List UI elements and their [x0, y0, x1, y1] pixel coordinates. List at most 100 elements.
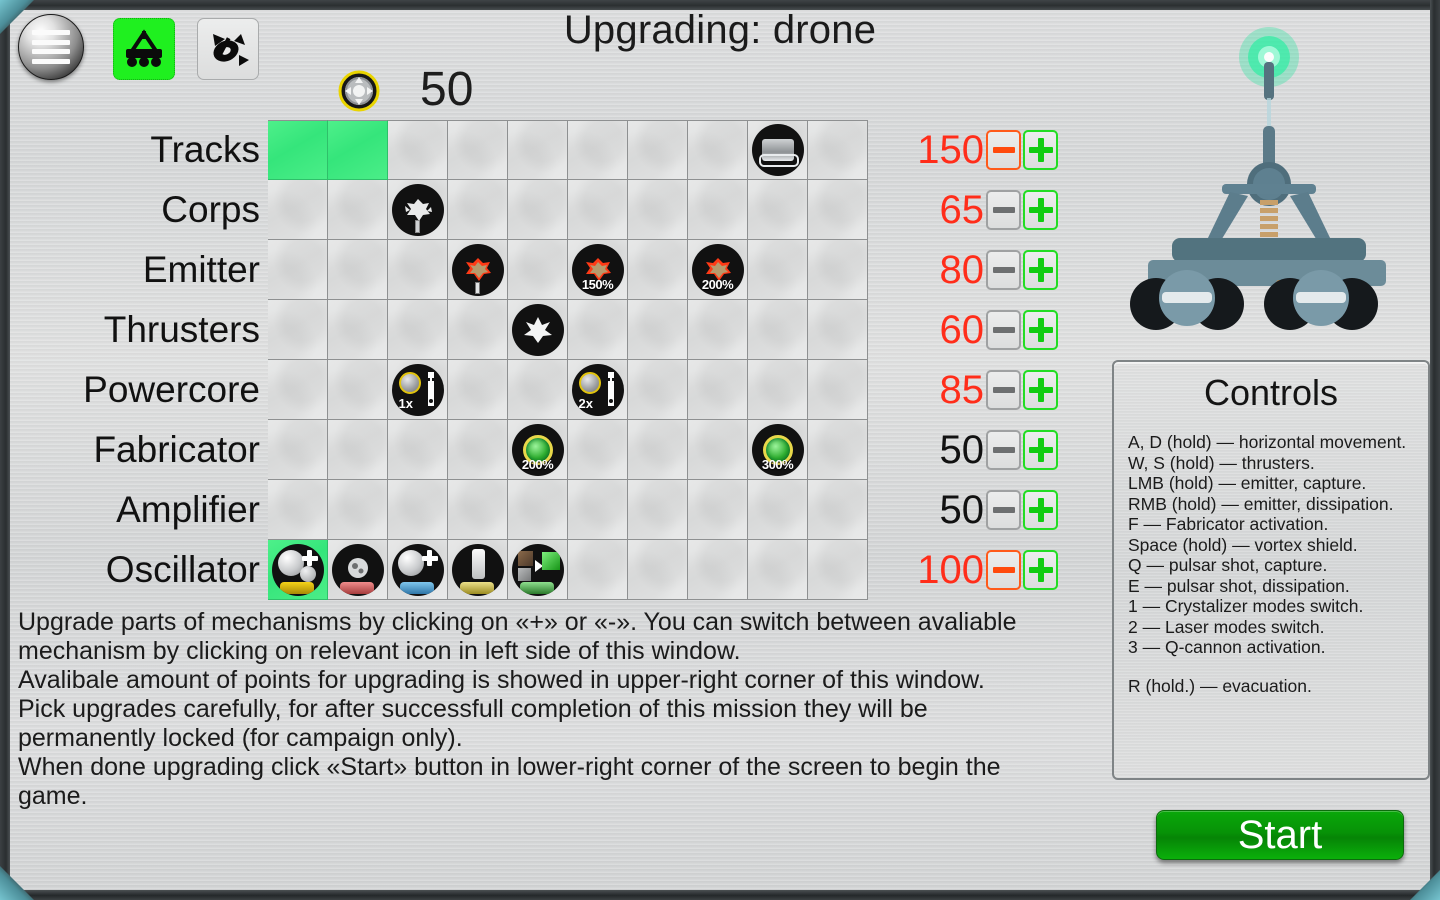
- grid-cell[interactable]: 300%: [748, 420, 808, 480]
- grid-cell[interactable]: [748, 180, 808, 240]
- grid-cell[interactable]: [268, 480, 328, 540]
- grid-cell[interactable]: [508, 360, 568, 420]
- grid-cell[interactable]: [568, 540, 628, 600]
- increase-button[interactable]: [1023, 250, 1058, 290]
- grid-cell[interactable]: [688, 300, 748, 360]
- grid-cell[interactable]: [748, 240, 808, 300]
- grid-cell[interactable]: [328, 480, 388, 540]
- grid-cell[interactable]: [628, 300, 688, 360]
- grid-cell[interactable]: [328, 300, 388, 360]
- grid-cell[interactable]: [388, 540, 448, 600]
- grid-cell[interactable]: [688, 480, 748, 540]
- grid-cell[interactable]: [508, 240, 568, 300]
- grid-cell[interactable]: [508, 180, 568, 240]
- grid-cell[interactable]: [688, 540, 748, 600]
- grid-cell[interactable]: [328, 120, 388, 180]
- grid-cell[interactable]: [568, 480, 628, 540]
- grid-cell[interactable]: [268, 240, 328, 300]
- grid-cell[interactable]: [808, 120, 868, 180]
- grid-cell[interactable]: [328, 420, 388, 480]
- increase-button[interactable]: [1023, 310, 1058, 350]
- start-button[interactable]: Start: [1156, 810, 1404, 860]
- grid-cell[interactable]: [388, 240, 448, 300]
- controls-title: Controls: [1203, 372, 1339, 413]
- grid-cell[interactable]: [268, 360, 328, 420]
- grid-cell[interactable]: [688, 420, 748, 480]
- grid-cell[interactable]: [448, 180, 508, 240]
- grid-cell[interactable]: [568, 180, 628, 240]
- increase-button[interactable]: [1023, 490, 1058, 530]
- grid-cell[interactable]: [628, 180, 688, 240]
- grid-cell[interactable]: [508, 480, 568, 540]
- increase-button[interactable]: [1023, 130, 1058, 170]
- grid-cell[interactable]: [448, 240, 508, 300]
- grid-cell[interactable]: [808, 540, 868, 600]
- grid-cell[interactable]: [448, 540, 508, 600]
- grid-cell[interactable]: [688, 360, 748, 420]
- grid-cell[interactable]: [688, 120, 748, 180]
- grid-cell[interactable]: [568, 420, 628, 480]
- decrease-button[interactable]: [986, 190, 1021, 230]
- decrease-button[interactable]: [986, 250, 1021, 290]
- increase-button[interactable]: [1023, 430, 1058, 470]
- grid-cell[interactable]: [448, 360, 508, 420]
- grid-cell[interactable]: [448, 120, 508, 180]
- grid-cell[interactable]: [808, 420, 868, 480]
- grid-cell[interactable]: [268, 420, 328, 480]
- decrease-button[interactable]: [986, 490, 1021, 530]
- grid-cell[interactable]: [448, 300, 508, 360]
- grid-cell[interactable]: [448, 480, 508, 540]
- grid-cell[interactable]: [748, 480, 808, 540]
- increase-button[interactable]: [1023, 370, 1058, 410]
- grid-cell[interactable]: [808, 300, 868, 360]
- grid-cell[interactable]: [328, 240, 388, 300]
- decrease-button[interactable]: [986, 370, 1021, 410]
- grid-cell[interactable]: [268, 120, 328, 180]
- grid-cell[interactable]: 200%: [508, 420, 568, 480]
- decrease-button[interactable]: [986, 130, 1021, 170]
- grid-cell[interactable]: 200%: [688, 240, 748, 300]
- grid-cell[interactable]: [268, 540, 328, 600]
- grid-cell[interactable]: [628, 420, 688, 480]
- grid-cell[interactable]: [388, 300, 448, 360]
- grid-cell[interactable]: [748, 120, 808, 180]
- grid-cell[interactable]: [268, 180, 328, 240]
- decrease-button[interactable]: [986, 430, 1021, 470]
- decrease-button[interactable]: [986, 310, 1021, 350]
- grid-cell[interactable]: [388, 180, 448, 240]
- grid-cell[interactable]: 2x: [568, 360, 628, 420]
- grid-cell[interactable]: [388, 120, 448, 180]
- grid-cell[interactable]: [808, 480, 868, 540]
- grid-cell[interactable]: [328, 360, 388, 420]
- decrease-button[interactable]: [986, 550, 1021, 590]
- grid-cell[interactable]: [688, 180, 748, 240]
- increase-button[interactable]: [1023, 550, 1058, 590]
- grid-cell[interactable]: 150%: [568, 240, 628, 300]
- grid-cell[interactable]: [628, 540, 688, 600]
- grid-cell[interactable]: [628, 480, 688, 540]
- instruction-line: When done upgrading click «Start» button…: [18, 753, 1001, 781]
- grid-cell[interactable]: [568, 300, 628, 360]
- grid-cell[interactable]: [328, 540, 388, 600]
- grid-cell[interactable]: [388, 480, 448, 540]
- grid-cell[interactable]: [508, 120, 568, 180]
- grid-cell[interactable]: [808, 180, 868, 240]
- grid-cell[interactable]: [508, 540, 568, 600]
- oscillator-moon-icon: [391, 543, 444, 596]
- grid-cell[interactable]: [628, 120, 688, 180]
- grid-cell[interactable]: 1x: [388, 360, 448, 420]
- grid-cell[interactable]: [808, 240, 868, 300]
- grid-cell[interactable]: [328, 180, 388, 240]
- grid-cell[interactable]: [568, 120, 628, 180]
- grid-cell[interactable]: [628, 360, 688, 420]
- grid-cell[interactable]: [748, 540, 808, 600]
- grid-cell[interactable]: [628, 240, 688, 300]
- grid-cell[interactable]: [448, 420, 508, 480]
- increase-button[interactable]: [1023, 190, 1058, 230]
- grid-cell[interactable]: [748, 360, 808, 420]
- grid-cell[interactable]: [268, 300, 328, 360]
- grid-cell[interactable]: [508, 300, 568, 360]
- grid-cell[interactable]: [748, 300, 808, 360]
- grid-cell[interactable]: [808, 360, 868, 420]
- grid-cell[interactable]: [388, 420, 448, 480]
